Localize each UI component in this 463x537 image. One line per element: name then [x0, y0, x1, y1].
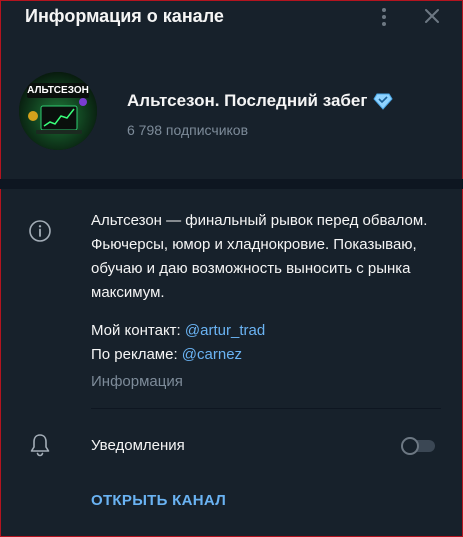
channel-name: Альтсезон. Последний забег [127, 91, 368, 110]
ads-link[interactable]: @carnez [182, 346, 242, 363]
avatar-text: АЛЬТСЕЗОН [27, 85, 89, 96]
more-menu-button[interactable] [374, 6, 394, 28]
channel-avatar[interactable]: АЛЬТСЕЗОН [19, 72, 97, 150]
open-channel-button[interactable]: ОТКРЫТЬ КАНАЛ [91, 492, 226, 509]
channel-description: Альтсезон — финальный рывок перед обвало… [91, 212, 428, 301]
dialog-title: Информация о канале [25, 6, 224, 26]
notifications-label: Уведомления [91, 437, 185, 454]
dialog-header: Информация о канале [0, 0, 463, 34]
ads-line: По рекламе: @carnez [91, 346, 242, 363]
close-button[interactable] [421, 5, 443, 27]
section-divider [0, 179, 463, 189]
row-separator [91, 408, 441, 409]
info-label: Информация [91, 373, 183, 390]
verified-icon [373, 93, 394, 110]
subscriber-count: 6 798 подписчиков [127, 122, 249, 138]
toggle-knob [401, 437, 419, 455]
info-icon [29, 220, 51, 242]
contact-line: Мой контакт: @artur_trad [91, 322, 265, 339]
notifications-toggle[interactable] [401, 436, 437, 455]
contact-prefix: Мой контакт: [91, 322, 181, 339]
channel-name-row: Альтсезон. Последний забег [127, 91, 394, 111]
close-icon [425, 9, 439, 23]
bell-icon [30, 434, 50, 457]
ads-prefix: По рекламе: [91, 346, 178, 363]
contact-link[interactable]: @artur_trad [185, 322, 265, 339]
more-vertical-icon [382, 8, 386, 12]
